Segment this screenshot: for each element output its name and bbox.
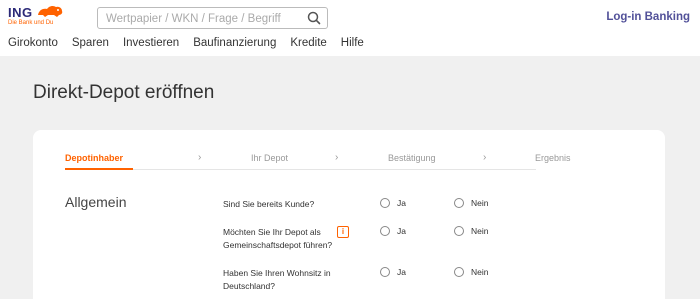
section-title: Allgemein — [65, 194, 127, 210]
chevron-right-icon: › — [335, 152, 339, 163]
search-icon[interactable] — [305, 10, 323, 26]
radio-button[interactable] — [454, 267, 464, 277]
radio-joint-depot-no[interactable]: Nein — [454, 226, 488, 236]
nav-item-baufinanzierung[interactable]: Baufinanzierung — [193, 37, 276, 49]
form-card: Depotinhaber › Ihr Depot › Bestätigung ›… — [33, 130, 665, 299]
radio-label: Nein — [471, 198, 489, 208]
radio-joint-depot-yes[interactable]: Ja — [380, 226, 406, 236]
page-title: Direkt-Depot eröffnen — [33, 82, 215, 103]
logo-tagline: Die Bank und Du — [8, 20, 54, 26]
nav-item-girokonto[interactable]: Girokonto — [8, 37, 58, 49]
radio-label: Ja — [397, 198, 406, 208]
radio-button[interactable] — [380, 226, 390, 236]
radio-button[interactable] — [380, 198, 390, 208]
radio-residence-no[interactable]: Nein — [454, 267, 488, 277]
active-step-indicator — [65, 168, 133, 170]
top-header: ING Die Bank und Du Log-in Banking Girok… — [0, 0, 700, 56]
radio-existing-customer-no[interactable]: Nein — [454, 198, 488, 208]
radio-button[interactable] — [454, 226, 464, 236]
step-depotinhaber: Depotinhaber — [65, 153, 124, 163]
question-existing-customer: Sind Sie bereits Kunde? — [223, 198, 358, 211]
radio-label: Nein — [471, 267, 489, 277]
logo-text: ING — [8, 5, 33, 20]
nav-item-kredite[interactable]: Kredite — [290, 37, 326, 49]
search-input[interactable] — [106, 10, 301, 27]
question-residence-germany: Haben Sie Ihren Wohnsitz in Deutschland? — [223, 267, 358, 293]
step-bestaetigung: Bestätigung — [388, 153, 436, 163]
question-text-line2: Deutschland? — [223, 281, 275, 291]
info-icon[interactable]: i — [337, 226, 349, 238]
nav-item-investieren[interactable]: Investieren — [123, 37, 179, 49]
radio-button[interactable] — [380, 267, 390, 277]
radio-residence-yes[interactable]: Ja — [380, 267, 406, 277]
lion-logo-icon — [38, 5, 63, 17]
step-ergebnis: Ergebnis — [535, 153, 571, 163]
main-navigation: Girokonto Sparen Investieren Baufinanzie… — [8, 37, 364, 49]
radio-label: Ja — [397, 267, 406, 277]
step-ihr-depot: Ihr Depot — [251, 153, 289, 163]
question-text-line1: Haben Sie Ihren Wohnsitz in — [223, 268, 331, 278]
radio-button[interactable] — [454, 198, 464, 208]
nav-item-hilfe[interactable]: Hilfe — [341, 37, 364, 49]
question-text: Sind Sie bereits Kunde? — [223, 199, 315, 209]
progress-steps: Depotinhaber › Ihr Depot › Bestätigung ›… — [65, 152, 571, 170]
ing-logo[interactable]: ING Die Bank und Du — [8, 4, 64, 28]
chevron-right-icon: › — [198, 152, 202, 163]
chevron-right-icon: › — [483, 152, 487, 163]
radio-existing-customer-yes[interactable]: Ja — [380, 198, 406, 208]
radio-label: Nein — [471, 226, 489, 236]
radio-label: Ja — [397, 226, 406, 236]
question-text-line2: Gemeinschaftsdepot führen? — [223, 240, 333, 250]
login-banking-link[interactable]: Log-in Banking — [606, 11, 690, 23]
search-field[interactable] — [97, 7, 328, 29]
nav-item-sparen[interactable]: Sparen — [72, 37, 109, 49]
